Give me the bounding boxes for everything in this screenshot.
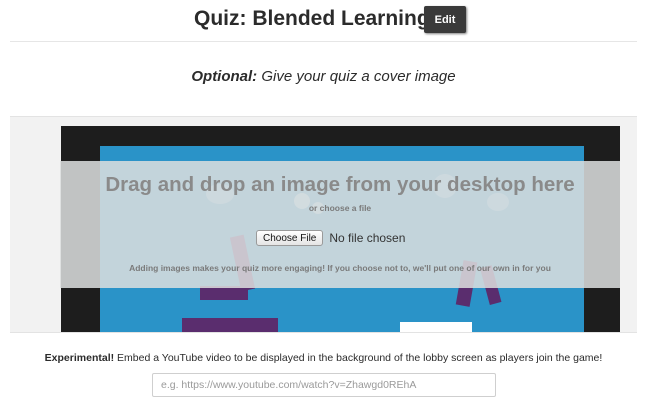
image-dropzone[interactable]: Drag and drop an image from your desktop… <box>60 161 620 288</box>
optional-label: Optional: <box>191 68 258 85</box>
quiz-title: Quiz: Blended Learning <box>194 7 430 30</box>
video-embed-description: Experimental! Embed a YouTube video to b… <box>0 352 647 364</box>
experimental-label: Experimental! <box>44 352 115 364</box>
video-description-text: Embed a YouTube video to be displayed in… <box>117 352 603 364</box>
dropzone-title: Drag and drop an image from your desktop… <box>105 173 575 196</box>
youtube-url-input[interactable] <box>152 373 496 397</box>
page-header: Quiz: Blended Learning Edit <box>0 0 647 42</box>
file-picker: Choose File No file chosen <box>256 229 405 247</box>
cover-image-note: Adding images makes your quiz more engag… <box>129 263 551 273</box>
file-status: No file chosen <box>329 231 406 245</box>
choose-file-hint: or choose a file <box>308 203 372 213</box>
edit-title-button[interactable]: Edit <box>424 6 466 33</box>
cover-prompt-text: Give your quiz a cover image <box>261 68 456 85</box>
cover-image-panel: Drag and drop an image from your desktop… <box>10 116 637 333</box>
choose-file-button[interactable]: Choose File <box>256 230 324 246</box>
divider <box>10 41 637 42</box>
cover-image-prompt: Optional: Give your quiz a cover image <box>0 68 647 85</box>
